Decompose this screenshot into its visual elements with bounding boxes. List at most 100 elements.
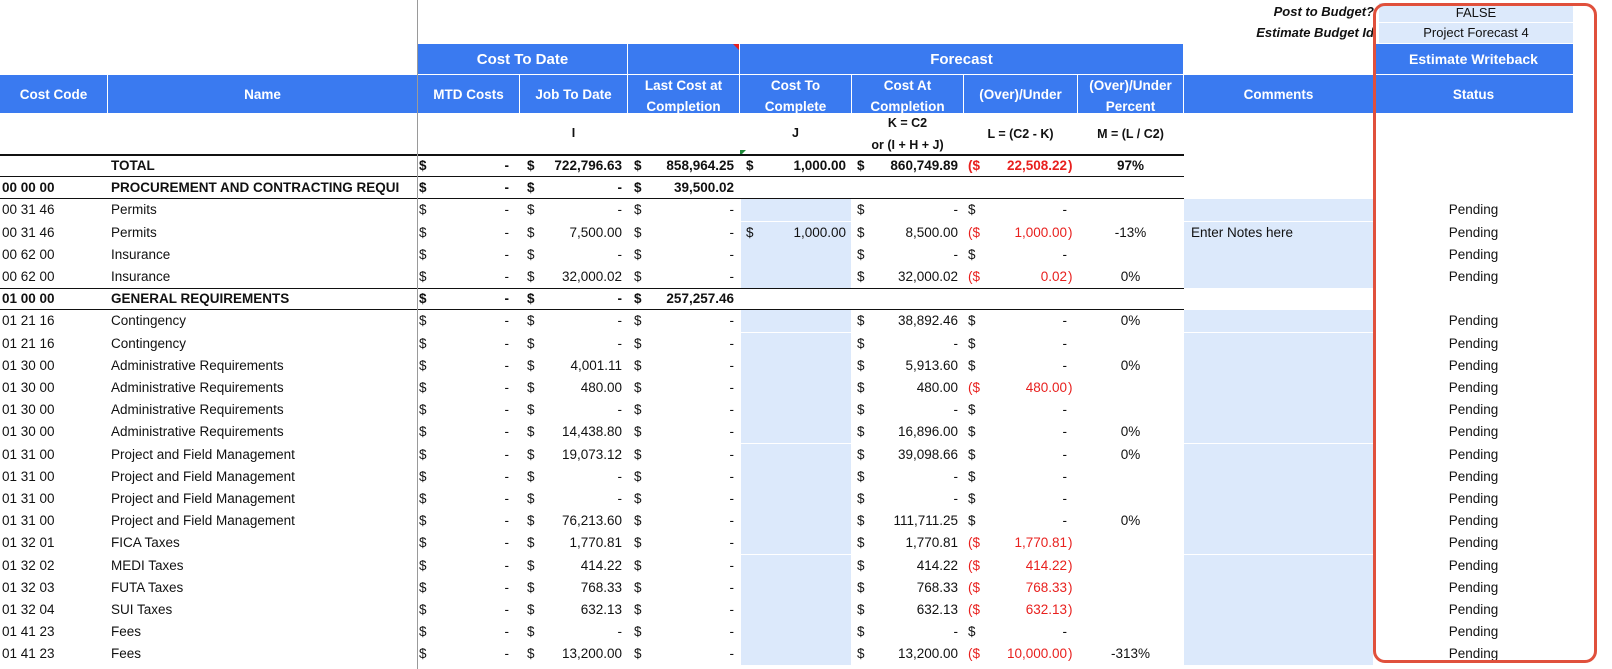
over-under-percent: 0% (1120, 313, 1141, 329)
over-under-neg-suffix: ) (1068, 269, 1073, 284)
ctc-input-cell[interactable] (741, 488, 851, 510)
comment-text[interactable]: Enter Notes here (1191, 222, 1371, 244)
jtd-value: 76,213.60 (561, 513, 622, 529)
cac-currency-symbol: $ (857, 535, 865, 551)
lcc-currency-symbol: $ (634, 557, 642, 573)
cac-value: 860,749.89 (890, 158, 958, 173)
ctc-input-cell[interactable] (741, 421, 851, 444)
estimate-budget-id-value[interactable]: Project Forecast 4 (1379, 23, 1573, 43)
over-under-value: 10,000.00 (1006, 646, 1067, 662)
jtd-currency-symbol: $ (527, 491, 535, 506)
comment-input-cell[interactable] (1184, 310, 1373, 333)
ctc-input-cell[interactable] (741, 377, 851, 399)
ctc-input-cell[interactable] (741, 510, 851, 533)
ctc-input-cell[interactable] (741, 266, 851, 288)
ctc-input-cell[interactable] (741, 399, 851, 422)
over-under-neg-prefix: ($ (968, 557, 981, 573)
post-to-budget-value[interactable]: FALSE (1379, 3, 1573, 22)
jtd-value: - (617, 202, 623, 218)
col-header-cost-to-complete[interactable]: Cost To Complete (740, 75, 851, 114)
ctc-input-cell[interactable] (741, 465, 851, 488)
col-header-cost-code[interactable]: Cost Code (0, 75, 107, 113)
cac-value: 16,896.00 (897, 424, 958, 440)
jtd-currency-symbol: $ (527, 313, 535, 329)
group-spacer (628, 44, 739, 74)
lcc-currency-symbol: $ (634, 424, 642, 440)
comment-input-cell[interactable] (1184, 621, 1373, 644)
lcc-currency-symbol: $ (634, 602, 642, 617)
cost-code-cell: 01 30 00 (2, 424, 55, 440)
jtd-currency-symbol: $ (527, 602, 535, 617)
lcc-currency-symbol: $ (634, 579, 642, 595)
col-header-job-to-date[interactable]: Job To Date (520, 75, 627, 113)
jtd-value: 722,796.63 (554, 158, 622, 173)
lcc-value: - (729, 491, 735, 506)
over-under-value: - (1062, 513, 1068, 529)
comment-input-cell[interactable] (1184, 532, 1373, 555)
cac-value: 1,770.81 (905, 535, 958, 551)
comment-input-cell[interactable] (1184, 599, 1373, 621)
ctc-input-cell[interactable] (741, 199, 851, 222)
comment-input-cell[interactable] (1184, 243, 1373, 266)
col-header-last-cost[interactable]: Last Cost at Completion (628, 75, 739, 114)
name-cell: SUI Taxes (111, 602, 173, 617)
comment-input-cell[interactable] (1184, 643, 1373, 666)
formula-i: I (571, 126, 576, 140)
jtd-value: - (617, 491, 623, 506)
col-header-mtd-costs[interactable]: MTD Costs (418, 75, 519, 113)
comment-input-cell[interactable] (1184, 465, 1373, 488)
col-header-cost-at-completion[interactable]: Cost At Completion (852, 75, 963, 114)
cac-value: 8,500.00 (905, 224, 958, 240)
cac-currency-symbol: $ (857, 646, 865, 662)
ctc-input-cell[interactable] (741, 310, 851, 333)
mtd-currency-symbol: $ (419, 491, 427, 506)
lcc-value: - (729, 579, 735, 595)
name-cell: PROCUREMENT AND CONTRACTING REQUI (111, 180, 400, 196)
name-cell: GENERAL REQUIREMENTS (111, 291, 290, 307)
comment-input-cell[interactable] (1184, 266, 1373, 288)
comment-input-cell[interactable] (1184, 576, 1373, 599)
comment-input-cell[interactable] (1184, 554, 1373, 577)
col-header-over-under-percent[interactable]: (Over)/Under Percent (1078, 75, 1183, 114)
ctc-value[interactable]: 1,000.00 (758, 222, 846, 244)
comment-input-cell[interactable] (1184, 332, 1373, 355)
ctc-input-cell[interactable] (741, 443, 851, 466)
section-top-border (0, 288, 1184, 290)
over-under-neg-prefix: ($ (968, 380, 981, 395)
comment-input-cell[interactable] (1184, 443, 1373, 466)
lcc-value: - (729, 424, 735, 440)
comment-input-cell[interactable] (1184, 488, 1373, 510)
name-cell: Insurance (111, 246, 171, 262)
comment-input-cell[interactable] (1184, 510, 1373, 533)
ctc-input-cell[interactable] (741, 554, 851, 577)
col-header-name[interactable]: Name (108, 75, 417, 113)
cost-code-cell: 01 00 00 (2, 291, 55, 307)
ctc-input-cell[interactable] (741, 599, 851, 621)
status-cell: Pending (1448, 579, 1499, 595)
lcc-currency-symbol: $ (634, 535, 642, 551)
ctc-input-cell[interactable] (741, 621, 851, 644)
col-header-comments[interactable]: Comments (1184, 75, 1373, 113)
comment-input-cell[interactable] (1184, 354, 1373, 377)
cost-code-cell: 01 21 16 (2, 335, 55, 351)
ctc-input-cell[interactable] (741, 332, 851, 355)
comment-input-cell[interactable] (1184, 199, 1373, 222)
ctc-input-cell[interactable] (741, 643, 851, 666)
over-under-neg-prefix: ($ (968, 646, 981, 662)
over-under-value: - (1062, 202, 1068, 218)
ctc-input-cell[interactable] (741, 532, 851, 555)
mtd-value: - (504, 158, 510, 173)
ctc-value[interactable]: 1,000.00 (758, 155, 846, 177)
ctc-input-cell[interactable] (741, 354, 851, 377)
ctc-input-cell[interactable] (741, 243, 851, 266)
ctc-input-cell[interactable] (741, 576, 851, 599)
over-under-value: - (1062, 468, 1068, 484)
status-cell: Pending (1448, 335, 1499, 351)
col-header-over-under[interactable]: (Over)/Under (964, 75, 1077, 113)
over-under-percent: 97% (1116, 158, 1145, 173)
comment-input-cell[interactable] (1184, 399, 1373, 422)
col-header-status[interactable]: Status (1374, 75, 1573, 113)
comment-input-cell[interactable] (1184, 421, 1373, 444)
jtd-currency-symbol: $ (527, 180, 535, 196)
comment-input-cell[interactable] (1184, 377, 1373, 399)
